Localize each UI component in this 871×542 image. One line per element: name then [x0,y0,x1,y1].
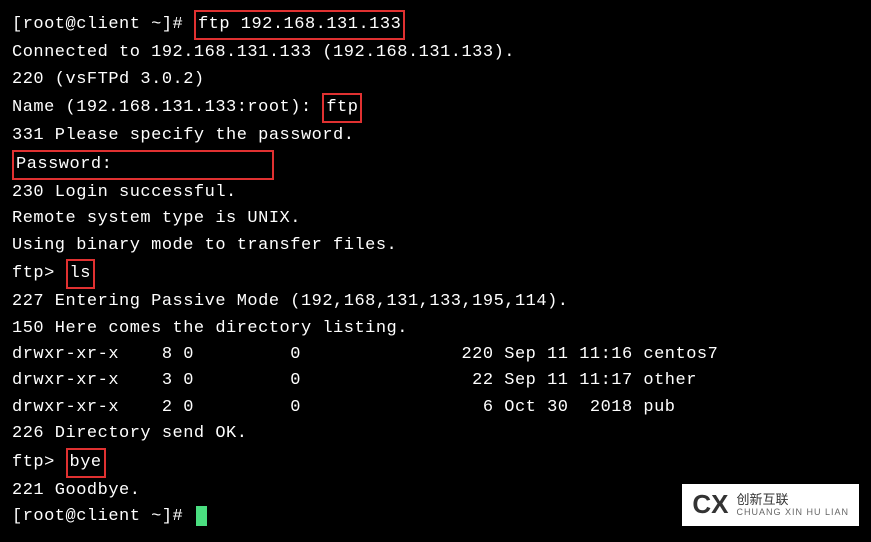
cursor [196,506,207,526]
watermark-sub-text: CHUANG XIN HU LIAN [736,507,849,518]
terminal-output: 220 (vsFTPd 3.0.2) [12,67,859,93]
shell-prompt: [root@client ~]# [12,15,194,34]
watermark-logo-icon: CX [692,493,728,516]
terminal-output: 230 Login successful. [12,180,859,206]
terminal-line: ftp> bye [12,448,859,478]
terminal-output: Using binary mode to transfer files. [12,233,859,259]
terminal-output: 227 Entering Passive Mode (192,168,131,1… [12,289,859,315]
shell-prompt: [root@client ~]# [12,507,194,526]
username-input-highlight: ftp [322,93,362,123]
bye-command-highlight: bye [66,448,106,478]
name-prompt: Name (192.168.131.133:root): [12,98,322,117]
ftp-command-highlight: ftp 192.168.131.133 [194,10,405,40]
terminal-line: [root@client ~]# ftp 192.168.131.133 [12,10,859,40]
terminal-line: Password: [12,150,859,180]
ftp-prompt: ftp> [12,453,66,472]
terminal-output: Connected to 192.168.131.133 (192.168.13… [12,40,859,66]
password-prompt-highlight: Password: [12,150,274,180]
ls-command-highlight: ls [66,259,95,289]
directory-listing-row: drwxr-xr-x 3 0 0 22 Sep 11 11:17 other [12,368,859,394]
terminal-output: Remote system type is UNIX. [12,206,859,232]
terminal-line: ftp> ls [12,259,859,289]
terminal-output: 150 Here comes the directory listing. [12,316,859,342]
terminal-output: 331 Please specify the password. [12,123,859,149]
directory-listing-row: drwxr-xr-x 8 0 0 220 Sep 11 11:16 centos… [12,342,859,368]
watermark: CX 创新互联 CHUANG XIN HU LIAN [682,484,859,526]
ftp-prompt: ftp> [12,264,66,283]
terminal-output: 226 Directory send OK. [12,421,859,447]
terminal-line: Name (192.168.131.133:root): ftp [12,93,859,123]
watermark-main-text: 创新互联 [736,492,849,508]
directory-listing-row: drwxr-xr-x 2 0 0 6 Oct 30 2018 pub [12,395,859,421]
